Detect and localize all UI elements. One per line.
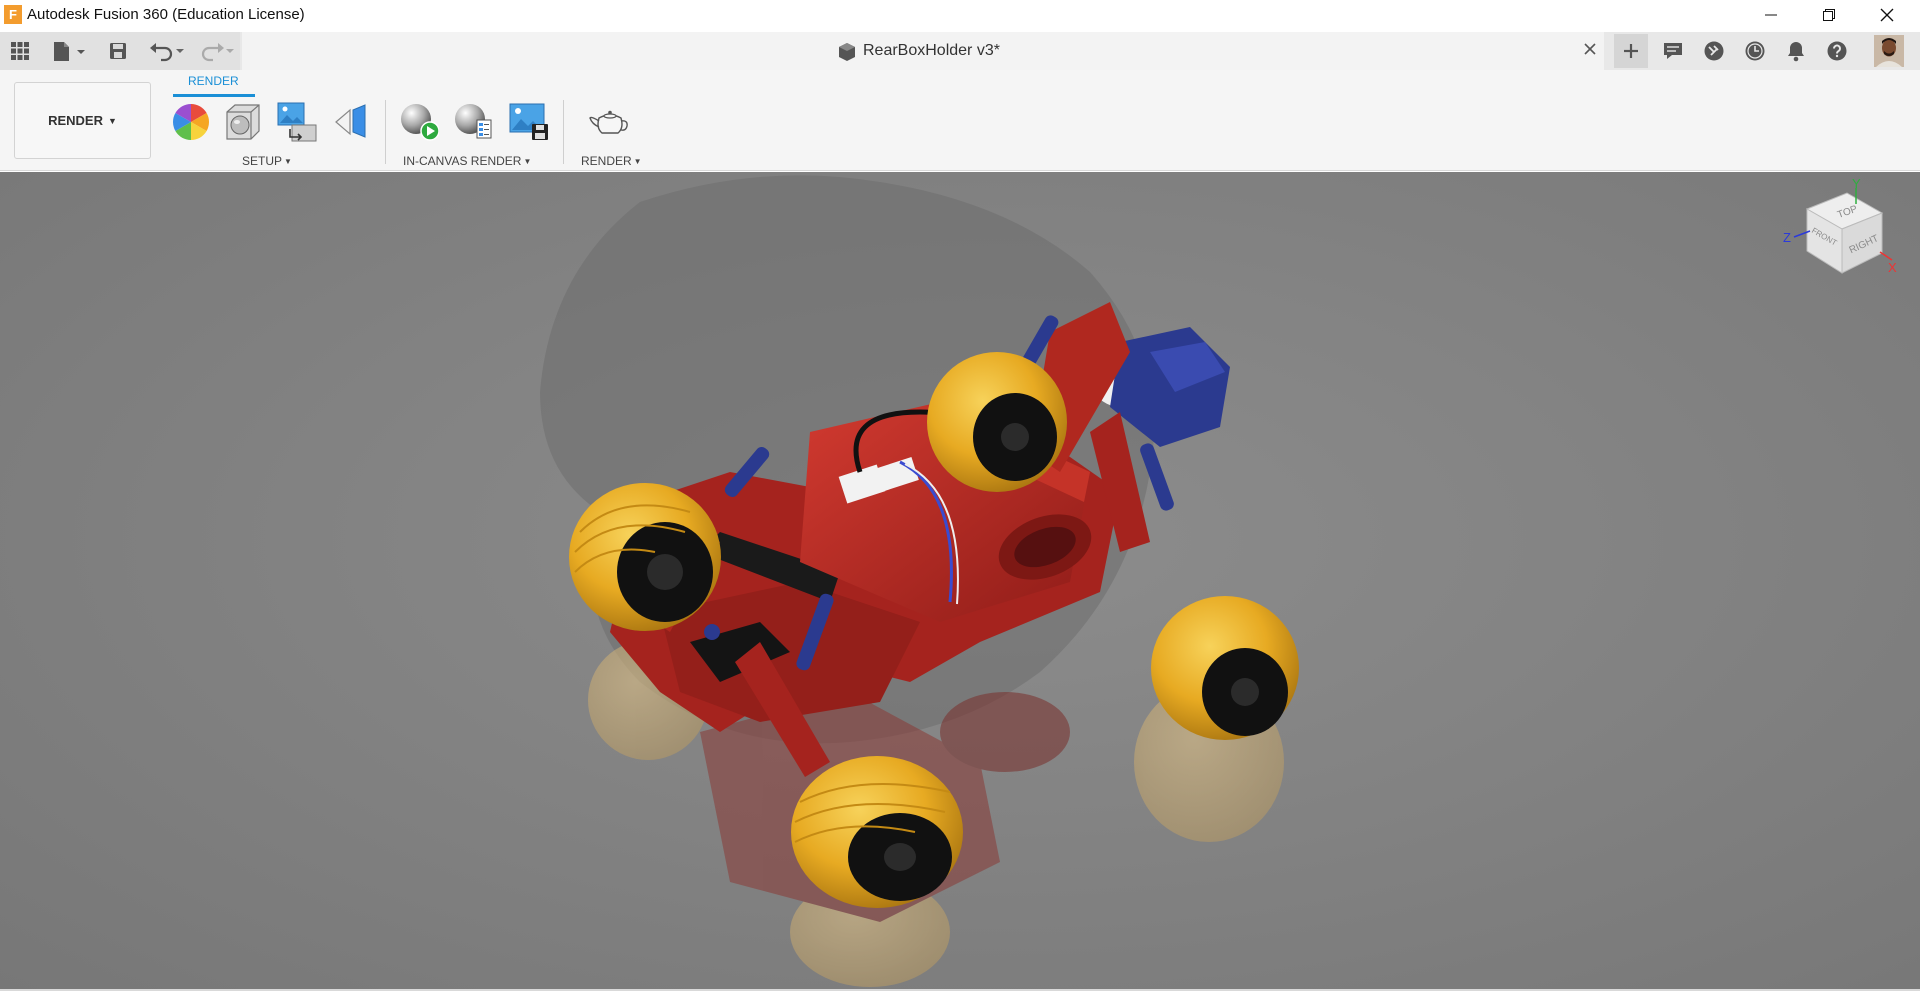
undo-button[interactable] <box>146 38 186 64</box>
component-icon <box>837 42 857 67</box>
capture-image-button[interactable] <box>508 102 548 142</box>
avatar-icon <box>1874 35 1904 67</box>
texture-map-icon <box>335 104 366 138</box>
close-document-button[interactable] <box>1582 41 1598 62</box>
minimize-button[interactable] <box>1742 0 1800 29</box>
scene-settings-icon <box>277 102 317 142</box>
group-divider <box>385 100 386 164</box>
undo-icon <box>150 43 184 62</box>
minimize-icon <box>1765 14 1777 15</box>
job-status-button[interactable] <box>1741 38 1769 64</box>
color-wheel-icon <box>172 104 210 140</box>
group-divider <box>563 100 564 164</box>
viewport-canvas[interactable]: TOP RIGHT FRONT Y Z X <box>0 172 1920 989</box>
workspace-switcher-button[interactable]: RENDER ▼ <box>14 82 151 159</box>
user-avatar[interactable] <box>1874 35 1904 67</box>
grid-icon <box>11 42 29 60</box>
active-tab-indicator <box>173 94 255 97</box>
comments-button[interactable] <box>1659 38 1687 64</box>
scene-settings-button[interactable] <box>276 102 320 142</box>
tab-render[interactable]: RENDER <box>188 74 239 88</box>
in-canvas-render-button[interactable] <box>399 102 439 142</box>
tire-rear-left <box>927 352 1067 492</box>
notifications-button[interactable] <box>1782 38 1810 64</box>
caret-down-icon: ▼ <box>523 157 532 166</box>
capture-image-icon <box>509 103 548 140</box>
plus-icon <box>1624 44 1638 58</box>
render-play-icon <box>401 104 439 141</box>
redo-icon <box>201 43 234 62</box>
window-title: Autodesk Fusion 360 (Education License) <box>27 6 305 23</box>
close-icon <box>1584 43 1596 55</box>
render-button[interactable] <box>588 102 632 142</box>
tire-rear-right <box>1151 596 1299 740</box>
axis-z-label: Z <box>1783 230 1791 245</box>
redo-button[interactable] <box>196 38 236 64</box>
extensions-button[interactable] <box>1700 38 1728 64</box>
document-title: RearBoxHolder v3* <box>863 42 1000 59</box>
restore-button[interactable] <box>1800 0 1858 29</box>
caret-down-icon: ▼ <box>633 157 642 166</box>
axis-y-label: Y <box>1852 176 1861 191</box>
appearance-button[interactable] <box>171 102 211 142</box>
render-group-label[interactable]: RENDER ▼ <box>581 154 642 168</box>
file-menu-button[interactable] <box>48 38 88 64</box>
file-icon <box>54 42 85 61</box>
close-icon <box>1880 8 1894 21</box>
in-canvas-render-label-text: IN-CANVAS RENDER <box>403 154 522 168</box>
view-cube[interactable]: TOP RIGHT FRONT Y Z X <box>1782 176 1902 296</box>
caret-down-icon: ▼ <box>284 157 292 166</box>
document-tab[interactable]: RearBoxHolder v3* <box>242 32 1604 70</box>
fusion-logo-icon: F <box>4 5 22 24</box>
close-window-button[interactable] <box>1858 0 1916 29</box>
chevron-down-icon <box>77 50 85 54</box>
restore-icon <box>1823 8 1835 21</box>
help-icon <box>1827 41 1847 61</box>
help-button[interactable] <box>1823 38 1851 64</box>
physical-material-button[interactable] <box>223 102 263 142</box>
render-label-text: RENDER <box>581 154 632 168</box>
texture-map-controls-button[interactable] <box>331 102 371 142</box>
save-button[interactable] <box>106 38 130 64</box>
in-canvas-render-group-label[interactable]: IN-CANVAS RENDER ▼ <box>403 154 531 168</box>
tire-front-left <box>569 483 721 631</box>
comment-icon <box>1664 43 1682 59</box>
axis-x-label: X <box>1888 260 1897 275</box>
workspace-label: RENDER <box>48 113 103 128</box>
extensions-icon <box>1704 41 1724 61</box>
teapot-icon <box>589 110 628 134</box>
setup-group-label[interactable]: SETUP ▼ <box>242 154 292 168</box>
caret-down-icon: ▼ <box>107 115 117 126</box>
render-settings-icon <box>455 104 492 139</box>
setup-label-text: SETUP <box>242 154 283 168</box>
title-bar: F Autodesk Fusion 360 (Education License… <box>0 0 1920 29</box>
data-panel-button[interactable] <box>8 38 32 64</box>
ribbon-toolbar: RENDER ▼ RENDER SETUP ▼ IN-CANVAS RENDER… <box>0 70 1920 171</box>
model-render <box>540 175 1299 987</box>
material-sphere-box-icon <box>226 104 260 140</box>
in-canvas-render-settings-button[interactable] <box>453 102 493 142</box>
clock-icon <box>1745 41 1765 61</box>
save-icon <box>110 43 126 59</box>
new-tab-button[interactable] <box>1614 34 1648 68</box>
bell-icon <box>1788 42 1804 62</box>
tire-front-right <box>791 756 963 908</box>
application-bar: RearBoxHolder v3* <box>0 32 1920 70</box>
view-cube-icon: TOP RIGHT FRONT Y Z X <box>1783 176 1897 275</box>
